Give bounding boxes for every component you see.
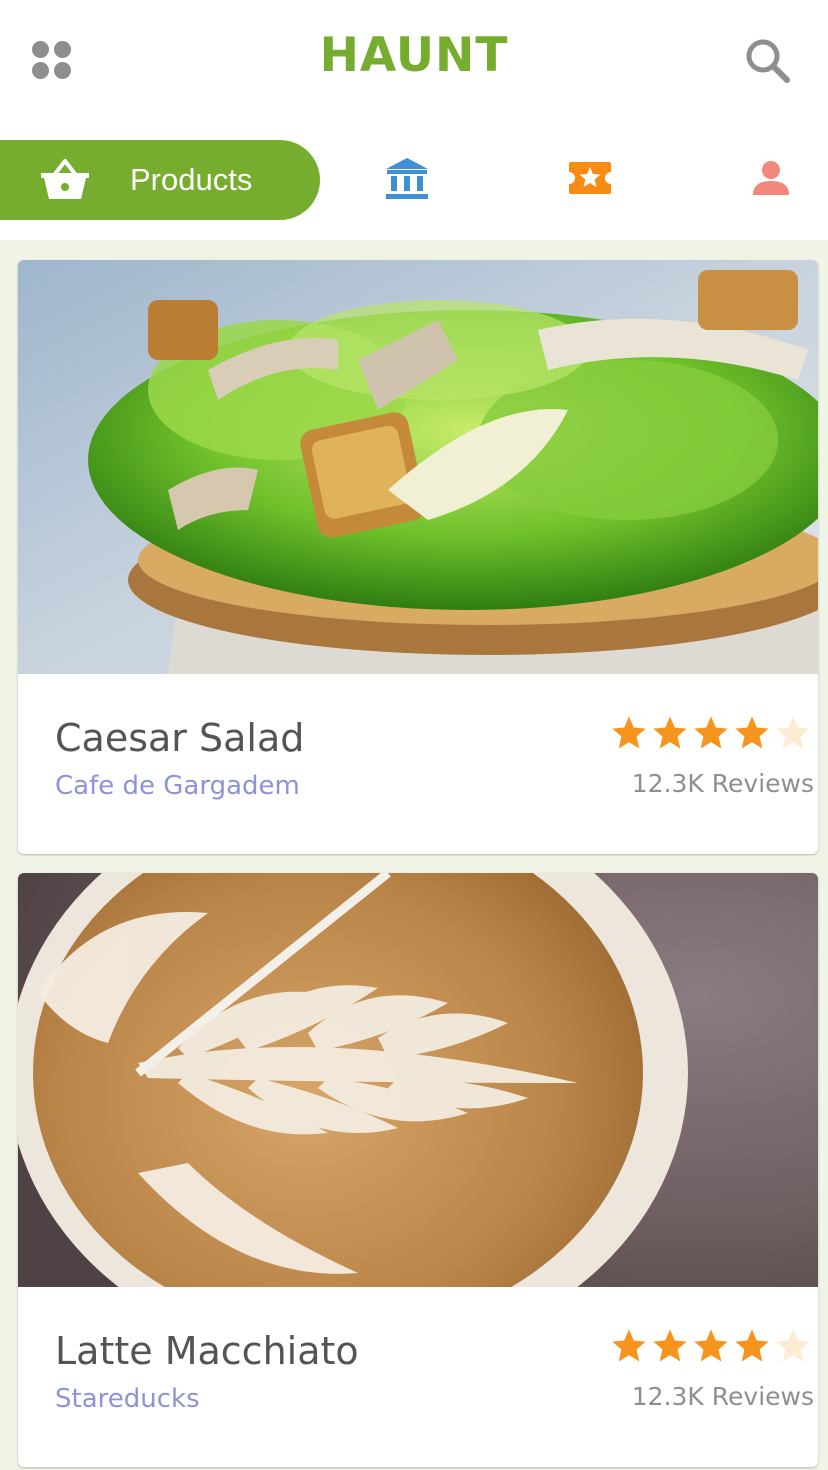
star-icon — [612, 716, 646, 749]
star-rating — [610, 1327, 812, 1365]
star-icon — [735, 716, 769, 749]
product-vendor[interactable]: Stareducks — [55, 1384, 200, 1414]
app-title: HAUNT — [319, 28, 509, 83]
review-count: 12.3K Reviews — [631, 769, 814, 798]
star-rating — [610, 714, 812, 752]
star-icon — [694, 716, 728, 749]
star-icon — [612, 1329, 646, 1362]
tab-products-label: Products — [130, 162, 253, 197]
product-feed: Caesar Salad Cafe de Gargadem 12.3K Revi… — [0, 240, 828, 1470]
search-icon[interactable] — [740, 34, 794, 88]
product-name: Caesar Salad — [55, 716, 305, 760]
tab-products[interactable]: Products — [0, 140, 320, 220]
product-vendor[interactable]: Cafe de Gargadem — [55, 771, 300, 801]
star-empty-icon — [776, 1329, 810, 1362]
shopping-basket-icon — [41, 159, 89, 199]
product-card[interactable]: Latte Macchiato Stareducks 12.3K Reviews — [18, 873, 818, 1467]
product-name: Latte Macchiato — [55, 1329, 359, 1373]
star-icon — [735, 1329, 769, 1362]
category-tabs: Products — [0, 120, 828, 240]
app-header: HAUNT — [0, 0, 828, 120]
star-empty-icon — [776, 716, 810, 749]
star-icon — [694, 1329, 728, 1362]
star-icon — [653, 1329, 687, 1362]
ticket-star-icon[interactable] — [567, 156, 613, 202]
caesar-salad-photo — [18, 260, 818, 674]
bank-icon[interactable] — [384, 156, 430, 202]
review-count: 12.3K Reviews — [631, 1382, 814, 1411]
user-icon[interactable] — [748, 156, 794, 202]
star-icon — [653, 716, 687, 749]
latte-art-photo — [18, 873, 818, 1287]
product-card[interactable]: Caesar Salad Cafe de Gargadem 12.3K Revi… — [18, 260, 818, 854]
